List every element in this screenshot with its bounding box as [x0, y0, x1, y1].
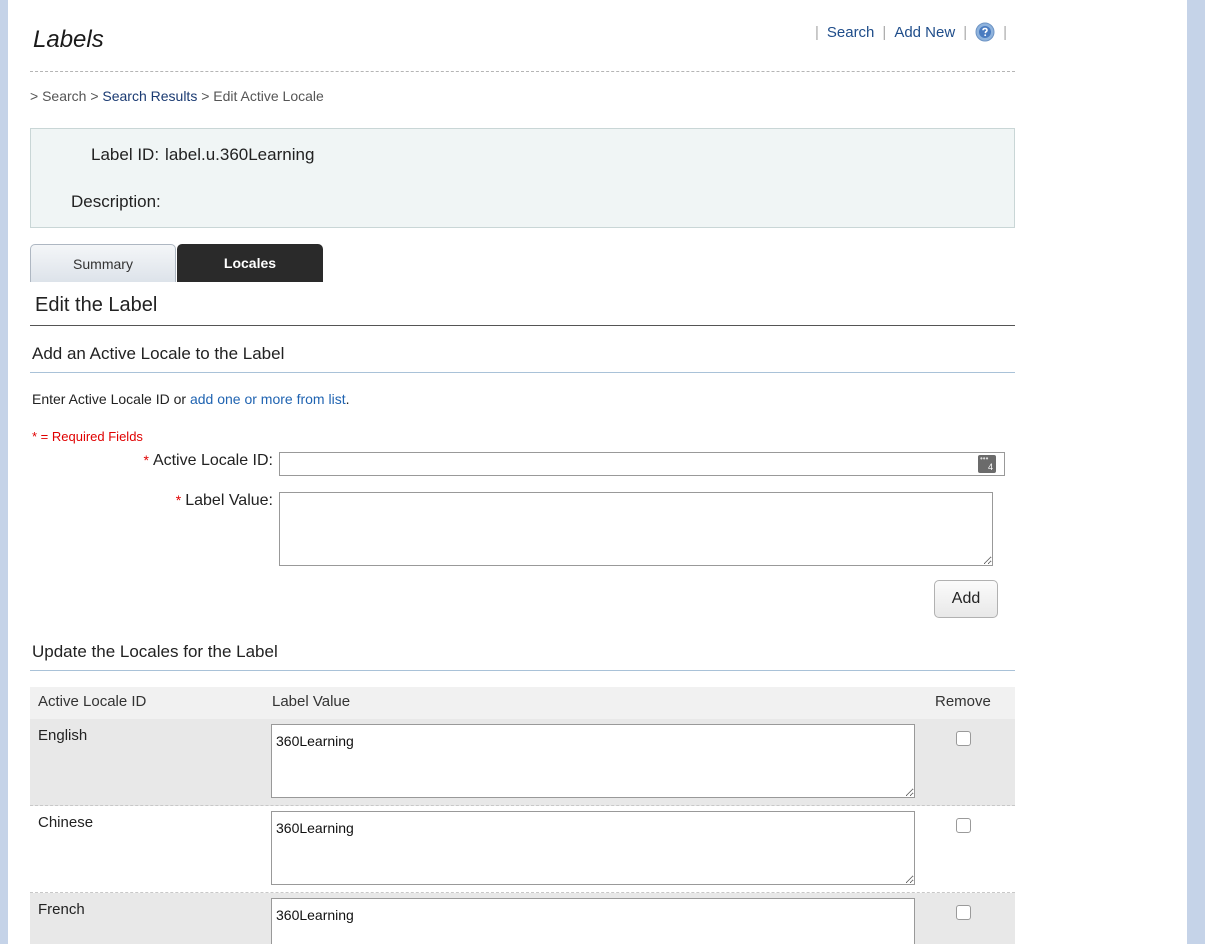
locale-id-label: * Active Locale ID: [143, 452, 273, 470]
label-id-value: label.u.360Learning [165, 145, 315, 164]
row-label-value-textarea[interactable]: 360Learning [271, 898, 915, 944]
row-locale-name: Chinese [38, 814, 94, 831]
locales-table-body: English 360Learning Chinese 360Learning … [30, 719, 1015, 944]
left-frame-border [0, 0, 8, 944]
label-value-label: * Label Value: [176, 492, 273, 510]
table-row: English 360Learning [30, 719, 1015, 806]
table-row: Chinese 360Learning [30, 806, 1015, 893]
locales-table-header: Active Locale ID Label Value Remove [30, 687, 1015, 719]
add-instructions: Enter Active Locale ID or add one or mor… [30, 391, 1015, 407]
add-new-link[interactable]: Add New [894, 24, 955, 41]
page-header: Labels | Search | Add New | | [30, 0, 1015, 72]
description-caption: Description: [71, 192, 161, 211]
breadcrumb-prefix: > Search > [30, 88, 103, 104]
top-links: | Search | Add New | | [807, 22, 1015, 42]
add-from-list-link[interactable]: add one or more from list [190, 391, 346, 407]
tab-summary[interactable]: Summary [30, 244, 176, 282]
breadcrumb-search-results-link[interactable]: Search Results [102, 88, 197, 104]
active-locale-id-input[interactable]: 4 [279, 447, 1005, 476]
labels-page: Labels | Search | Add New | | > Search >… [30, 0, 1015, 944]
label-id-row: Label ID: label.u.360Learning [91, 145, 314, 165]
remove-checkbox[interactable] [956, 731, 971, 746]
column-header-value: Label Value [272, 693, 351, 710]
remove-checkbox[interactable] [956, 818, 971, 833]
locale-id-label-text: Active Locale ID: [152, 452, 273, 469]
add-locale-heading: Add an Active Locale to the Label [30, 344, 1015, 373]
label-value-label-text: Label Value: [185, 492, 273, 509]
add-button[interactable]: Add [934, 580, 998, 618]
right-frame-scrollbar[interactable] [1187, 0, 1205, 944]
column-header-remove: Remove [935, 693, 991, 710]
row-locale-name: French [38, 901, 85, 918]
label-value-textarea[interactable] [279, 492, 993, 566]
link-separator: | [1003, 23, 1007, 41]
breadcrumb: > Search > Search Results > Edit Active … [30, 88, 1015, 106]
link-separator: | [882, 23, 887, 41]
link-separator: | [814, 23, 819, 41]
locale-id-row: *Active Locale ID: 4 [30, 447, 1015, 482]
help-icon[interactable] [975, 22, 995, 42]
instruction-text: Enter Active Locale ID or [32, 391, 190, 407]
add-button-row: Add [30, 580, 1015, 618]
required-fields-note: * = Required Fields [32, 429, 143, 444]
required-star: * [143, 452, 149, 468]
remove-checkbox[interactable] [956, 905, 971, 920]
link-separator: | [963, 23, 968, 41]
lookup-icon[interactable]: 4 [978, 447, 996, 473]
description-row: Description: [71, 192, 167, 212]
tab-bar: Summary Locales [30, 242, 1015, 282]
row-label-value-textarea[interactable]: 360Learning [271, 811, 915, 885]
breadcrumb-current: > Edit Active Locale [197, 88, 324, 104]
update-locales-heading: Update the Locales for the Label [30, 642, 1015, 671]
label-id-caption: Label ID: [91, 145, 160, 164]
page-title: Labels [33, 26, 104, 53]
search-link[interactable]: Search [827, 24, 875, 41]
row-label-value-textarea[interactable]: 360Learning [271, 724, 915, 798]
row-locale-name: English [38, 727, 88, 744]
tab-locales[interactable]: Locales [177, 244, 323, 282]
table-row: French 360Learning [30, 893, 1015, 944]
label-value-row: * Label Value: [30, 492, 1015, 566]
instruction-period: . [345, 391, 350, 407]
column-header-locale: Active Locale ID [38, 693, 147, 710]
edit-label-heading: Edit the Label [30, 294, 1015, 326]
label-info-box: Label ID: label.u.360Learning Description… [30, 128, 1015, 228]
required-star: * [175, 492, 182, 508]
